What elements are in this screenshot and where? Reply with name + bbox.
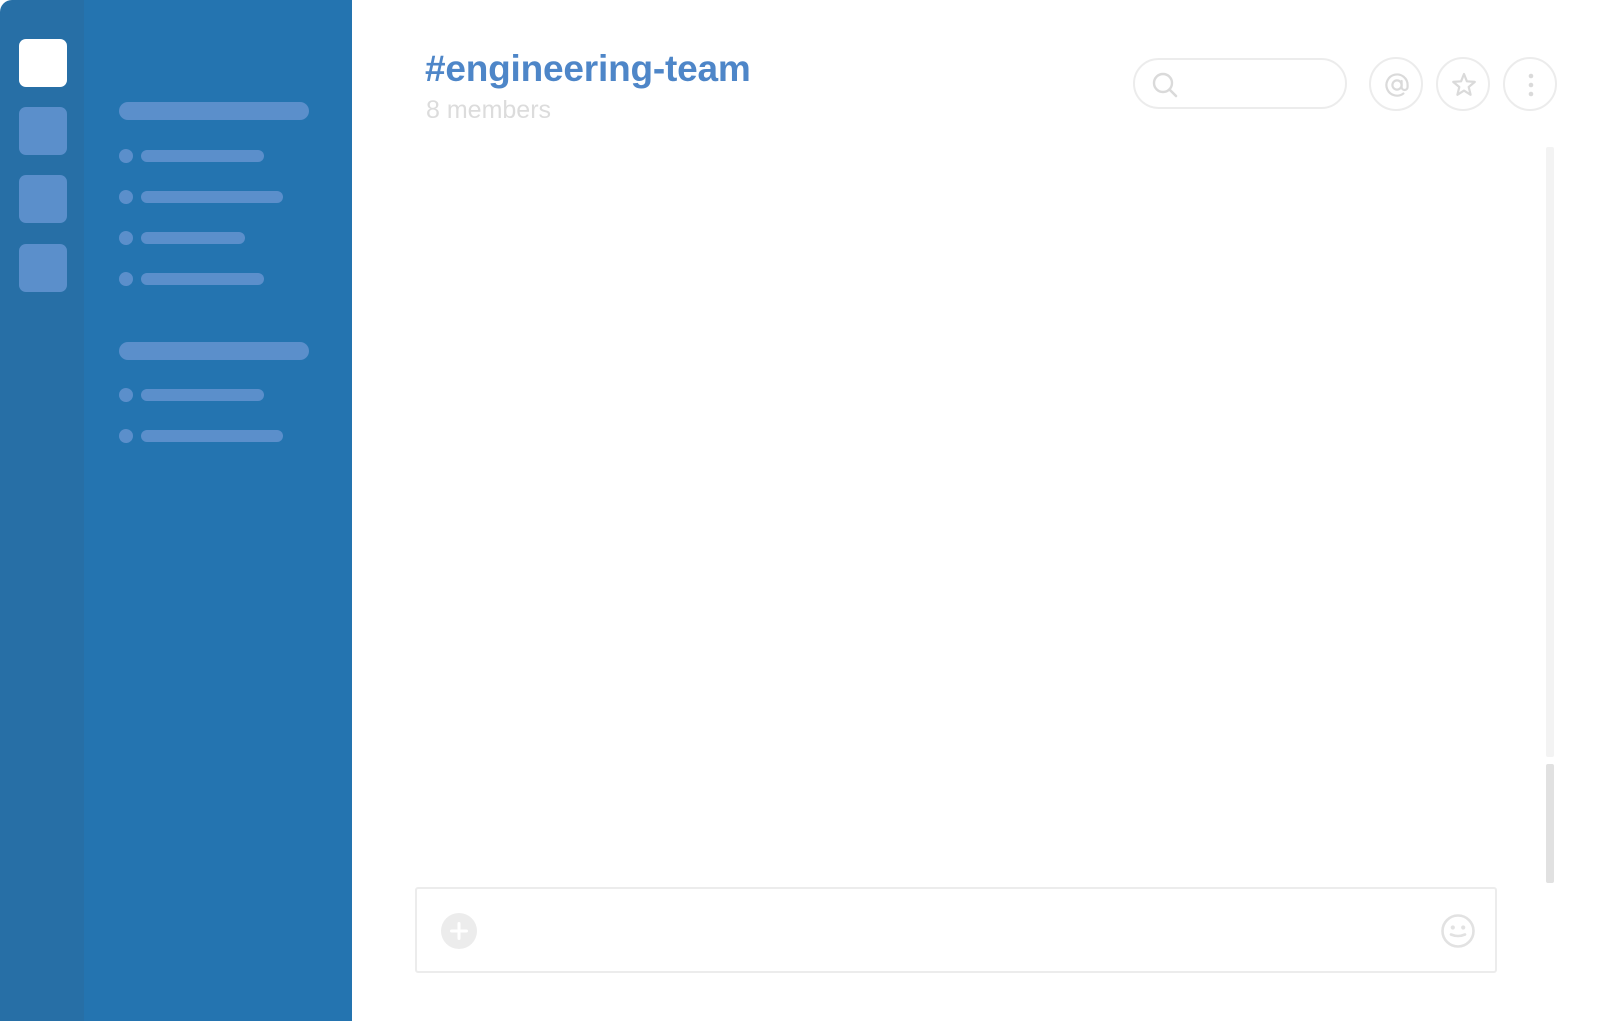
starred-button[interactable] [1436,57,1490,111]
workspace-button-1[interactable] [19,39,67,87]
message-composer[interactable] [415,887,1497,973]
chat-app: #engineering-team 8 members [0,0,1600,1021]
sidebar-item-label-placeholder [141,191,283,203]
message-list[interactable] [415,147,1535,857]
more-vertical-icon [1528,73,1534,97]
workspace-button-4[interactable] [19,244,67,292]
add-attachment-icon[interactable] [441,913,477,949]
member-count[interactable]: 8 members [426,96,551,125]
star-icon [1452,72,1476,96]
presence-dot-icon [119,388,133,402]
search-box[interactable] [1133,58,1347,109]
channel-dot-icon [119,149,133,163]
scrollbar-thumb[interactable] [1546,764,1554,883]
sidebar-section-header-channels [119,102,309,120]
workspace-button-2[interactable] [19,107,67,155]
emoji-icon[interactable] [1440,913,1476,949]
more-options-button[interactable] [1503,57,1557,111]
sidebar-item-label-placeholder [141,232,245,244]
scrollbar-track[interactable] [1546,147,1554,757]
sidebar-item-label-placeholder [141,150,264,162]
mentions-button[interactable] [1369,57,1423,111]
channel-dot-icon [119,231,133,245]
search-icon [1152,72,1178,98]
channel-dot-icon [119,190,133,204]
channel-title: #engineering-team [425,48,751,89]
sidebar-item-label-placeholder [141,389,264,401]
channel-sidebar [84,0,352,1021]
at-mentions-icon [1385,73,1409,97]
message-input[interactable] [487,909,1421,951]
sidebar-section-header-direct-messages [119,342,309,360]
workspace-button-3[interactable] [19,175,67,223]
sidebar-item-label-placeholder [141,430,283,442]
channel-dot-icon [119,272,133,286]
search-input[interactable] [1189,68,1343,101]
presence-dot-icon [119,429,133,443]
workspace-rail [0,0,84,1021]
sidebar-item-label-placeholder [141,273,264,285]
